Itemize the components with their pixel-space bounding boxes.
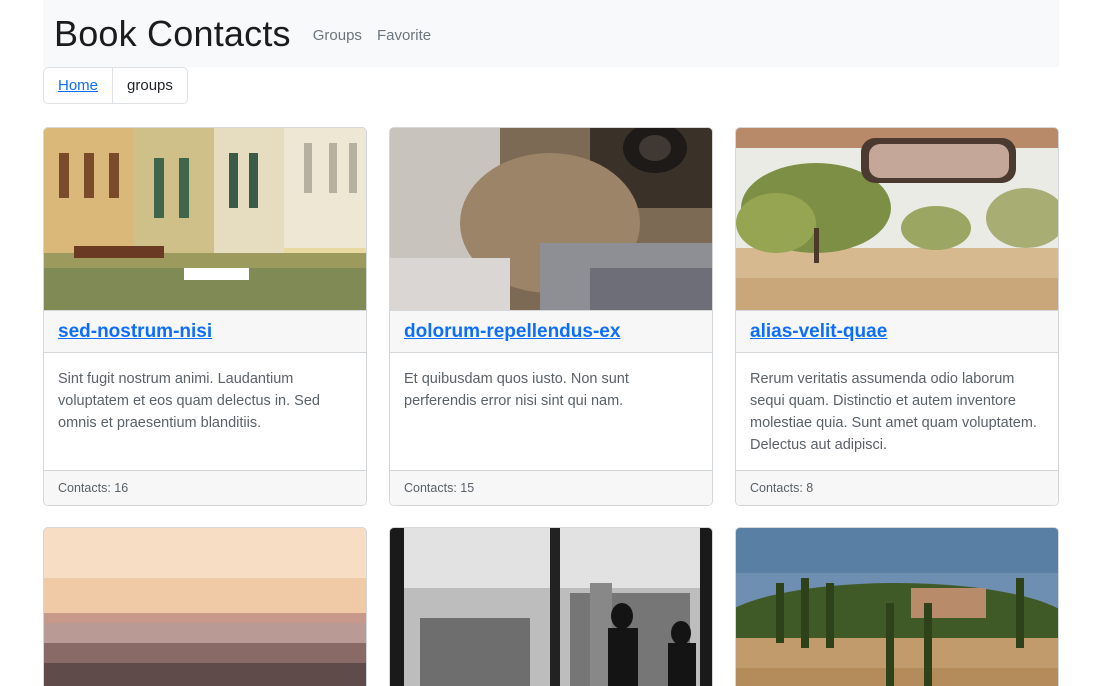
group-image-city-window (390, 528, 712, 686)
group-description: Et quibusdam quos iusto. Non sunt perfer… (404, 371, 629, 409)
group-title-link[interactable]: dolorum-repellendus-ex (404, 321, 620, 343)
group-image-car-window (736, 128, 1058, 310)
group-card (389, 527, 713, 686)
group-description: Rerum veritatis assumenda odio laborum s… (750, 371, 1037, 453)
group-contacts-count: Contacts: 16 (44, 470, 366, 505)
group-contacts-count: Contacts: 15 (390, 470, 712, 505)
group-contacts-count: Contacts: 8 (736, 470, 1058, 505)
group-card: alias-velit-quae Rerum veritatis assumen… (735, 127, 1059, 506)
group-card: sed-nostrum-nisi Sint fugit nostrum anim… (43, 127, 367, 506)
breadcrumb-home-link[interactable]: Home (58, 77, 98, 94)
breadcrumb-current: groups (112, 68, 187, 103)
group-image-canal (44, 128, 366, 310)
nav-link-favorite[interactable]: Favorite (377, 23, 431, 44)
group-card (43, 527, 367, 686)
group-card (735, 527, 1059, 686)
brand-title[interactable]: Book Contacts (54, 13, 291, 55)
group-card: dolorum-repellendus-ex Et quibusdam quos… (389, 127, 713, 506)
group-image-sea-sunset (44, 528, 366, 686)
breadcrumb: Home groups (43, 67, 188, 104)
group-title-link[interactable]: alias-velit-quae (750, 321, 887, 343)
group-image-tuscany (736, 528, 1058, 686)
group-description: Sint fugit nostrum animi. Laudantium vol… (58, 371, 320, 431)
group-title-link[interactable]: sed-nostrum-nisi (58, 321, 212, 343)
group-image-pug (390, 128, 712, 310)
nav-link-groups[interactable]: Groups (313, 23, 362, 44)
navbar: Book Contacts Groups Favorite (43, 0, 1059, 67)
